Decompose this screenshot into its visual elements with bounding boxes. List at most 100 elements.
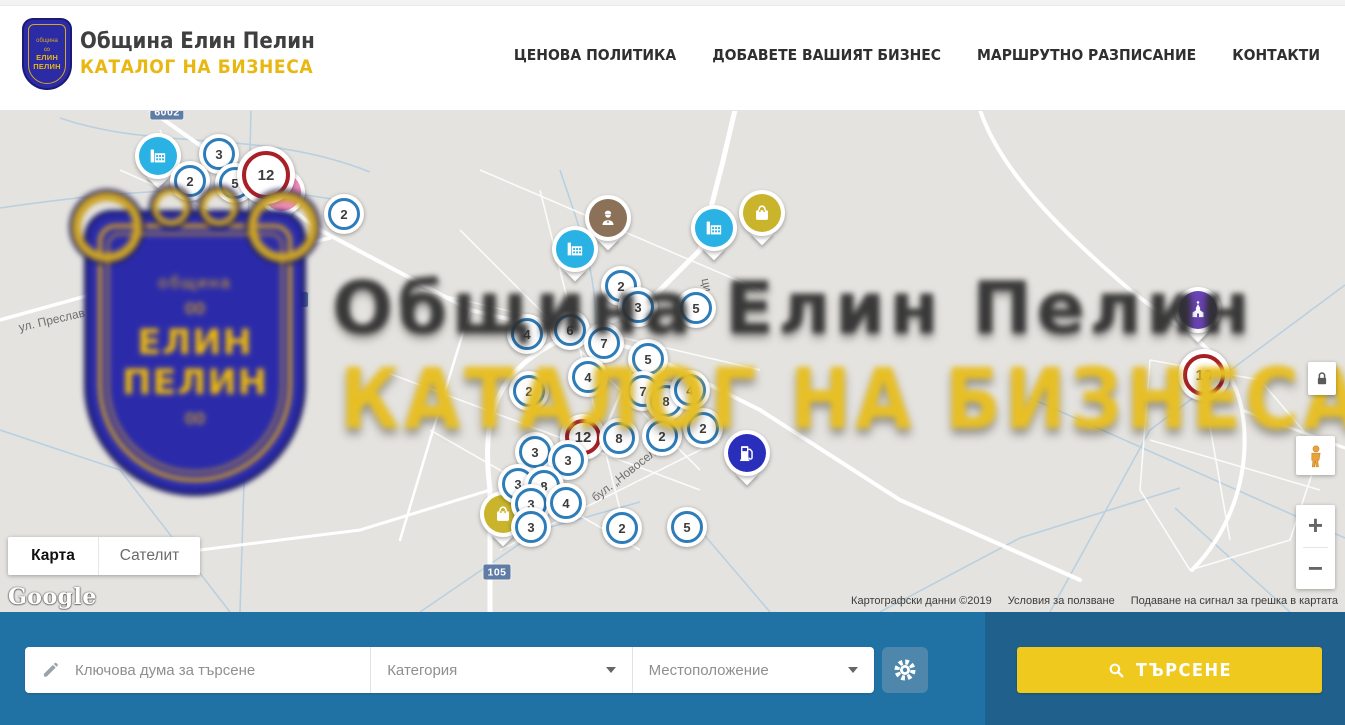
map-cluster-marker[interactable]: 4	[670, 370, 710, 410]
lock-icon	[1313, 370, 1331, 388]
cluster-count: 3	[215, 147, 222, 162]
location-select-label: Местоположение	[649, 662, 848, 679]
search-button-label: ТЪРСЕНЕ	[1136, 660, 1232, 681]
search-submit-button[interactable]: ТЪРСЕНЕ	[1017, 647, 1322, 693]
map-cluster-marker[interactable]: 2	[642, 416, 682, 456]
nav-item-add-business[interactable]: ДОБАВЕТЕ ВАШИЯТ БИЗНЕС	[712, 46, 941, 64]
factory-category-pin[interactable]	[552, 226, 598, 288]
road-label-fragment	[295, 292, 308, 307]
map-attribution: Картографски данни ©2019 Условия за полз…	[851, 595, 1338, 607]
map-cluster-marker[interactable]: 10	[1178, 349, 1230, 401]
category-select[interactable]: Категория	[371, 647, 632, 693]
cluster-count: 3	[527, 520, 534, 535]
map-cluster-marker[interactable]: 2	[602, 508, 642, 548]
map-cluster-marker[interactable]: 4	[546, 483, 586, 523]
attribution-report-error-link[interactable]: Подаване на сигнал за грешка в картата	[1131, 595, 1338, 607]
pin-head	[739, 190, 785, 236]
map-cluster-marker[interactable]: 4	[568, 357, 608, 397]
google-logo[interactable]: Google	[8, 584, 97, 610]
map-cluster-marker[interactable]: 4	[507, 314, 547, 354]
cluster-count: 5	[683, 520, 690, 535]
nav-item-pricing[interactable]: ЦЕНОВА ПОЛИТИКА	[514, 46, 676, 64]
cluster-count: 3	[531, 445, 538, 460]
main-nav: ЦЕНОВА ПОЛИТИКА ДОБАВЕТЕ ВАШИЯТ БИЗНЕС М…	[514, 0, 1320, 110]
fuel-category-pin[interactable]	[724, 430, 770, 492]
attribution-copyright: Картографски данни ©2019	[851, 595, 992, 607]
logo-name-line1: ЕЛИН	[36, 53, 58, 62]
attribution-terms-link[interactable]: Условия за ползване	[1008, 595, 1115, 607]
cluster-count: 12	[258, 167, 275, 184]
map-type-control: Карта Сателит	[8, 537, 200, 575]
factory-icon	[556, 230, 594, 268]
cluster-count: 4	[584, 370, 591, 385]
pin-head	[691, 205, 737, 251]
map-canvas[interactable]: 6002 105 ул. Преслав бул. „Новосел ци	[0, 110, 1345, 612]
site-logo[interactable]: община ∞ ЕЛИН ПЕЛИН Община Елин Пелин КА…	[24, 20, 315, 88]
pin-head	[724, 430, 770, 476]
fuel-icon	[728, 434, 766, 472]
cluster-count: 2	[186, 174, 193, 189]
map-cluster-marker[interactable]: 5	[667, 507, 707, 547]
pin-head	[1175, 287, 1221, 333]
logo-top-text: община	[36, 38, 58, 45]
search-bar: Категория Местоположение ТЪРСЕНЕ	[0, 612, 1345, 725]
map-cluster-marker[interactable]: 3	[511, 507, 551, 547]
church-icon	[1179, 291, 1217, 329]
map-cluster-marker[interactable]: 2	[683, 408, 723, 448]
cluster-count: 4	[523, 327, 530, 342]
pegman-icon	[1303, 443, 1329, 469]
chevron-down-icon	[606, 667, 616, 673]
nav-item-route-schedule[interactable]: МАРШРУТНО РАЗПИСАНИЕ	[977, 46, 1196, 64]
cluster-count: 10	[1196, 367, 1213, 384]
street-view-pegman-button[interactable]	[1296, 436, 1335, 475]
gear-icon	[893, 658, 917, 682]
map-cluster-marker[interactable]: 5	[676, 288, 716, 328]
category-select-label: Категория	[387, 662, 605, 679]
map-type-satellite-button[interactable]: Сателит	[99, 537, 200, 575]
map-cluster-marker[interactable]: 2	[324, 194, 364, 234]
map-cluster-marker[interactable]: 2	[509, 371, 549, 411]
logo-ornament: ∞	[44, 45, 50, 53]
map-cluster-marker[interactable]: 3	[618, 287, 658, 327]
cluster-count: 2	[340, 207, 347, 222]
bag-icon	[743, 194, 781, 232]
road-label-6002: 6002	[150, 110, 183, 120]
cluster-count: 2	[525, 384, 532, 399]
road-label-105: 105	[483, 565, 510, 580]
cluster-count: 2	[699, 421, 706, 436]
site-title: Община Елин Пелин	[80, 29, 315, 55]
zoom-in-button[interactable]: +	[1296, 505, 1335, 547]
cluster-count: 4	[562, 496, 569, 511]
cluster-count: 6	[566, 323, 573, 338]
lock-control-button[interactable]	[1308, 362, 1336, 395]
map-cluster-marker[interactable]: 2	[170, 161, 210, 201]
keyword-field[interactable]	[25, 647, 371, 693]
cluster-count: 4	[686, 383, 693, 398]
pin-head	[552, 226, 598, 272]
chevron-down-icon	[848, 667, 858, 673]
cluster-count: 3	[564, 453, 571, 468]
pencil-icon	[41, 660, 61, 680]
advanced-search-button[interactable]	[882, 647, 928, 693]
cluster-count: 2	[658, 429, 665, 444]
site-subtitle: КАТАЛОГ НА БИЗНЕСА	[80, 55, 315, 79]
zoom-out-button[interactable]: −	[1296, 548, 1335, 590]
church-category-pin[interactable]	[1175, 287, 1221, 349]
location-select[interactable]: Местоположение	[633, 647, 874, 693]
bag-category-pin[interactable]	[739, 190, 785, 252]
site-header: община ∞ ЕЛИН ПЕЛИН Община Елин Пелин КА…	[0, 0, 1345, 111]
factory-category-pin[interactable]	[691, 205, 737, 267]
cluster-count: 7	[600, 336, 607, 351]
keyword-input[interactable]	[73, 661, 370, 680]
cluster-count: 5	[692, 301, 699, 316]
factory-icon	[139, 137, 177, 175]
zoom-control: + −	[1296, 505, 1335, 589]
cluster-count: 3	[634, 300, 641, 315]
nav-item-contacts[interactable]: КОНТАКТИ	[1232, 46, 1320, 64]
municipality-shield-logo: община ∞ ЕЛИН ПЕЛИН	[24, 20, 70, 88]
map-cluster-marker[interactable]: 8	[599, 418, 639, 458]
cluster-count: 8	[615, 431, 622, 446]
search-icon	[1107, 661, 1126, 680]
map-type-map-button[interactable]: Карта	[8, 537, 99, 575]
map-cluster-marker[interactable]: 12	[237, 146, 295, 204]
